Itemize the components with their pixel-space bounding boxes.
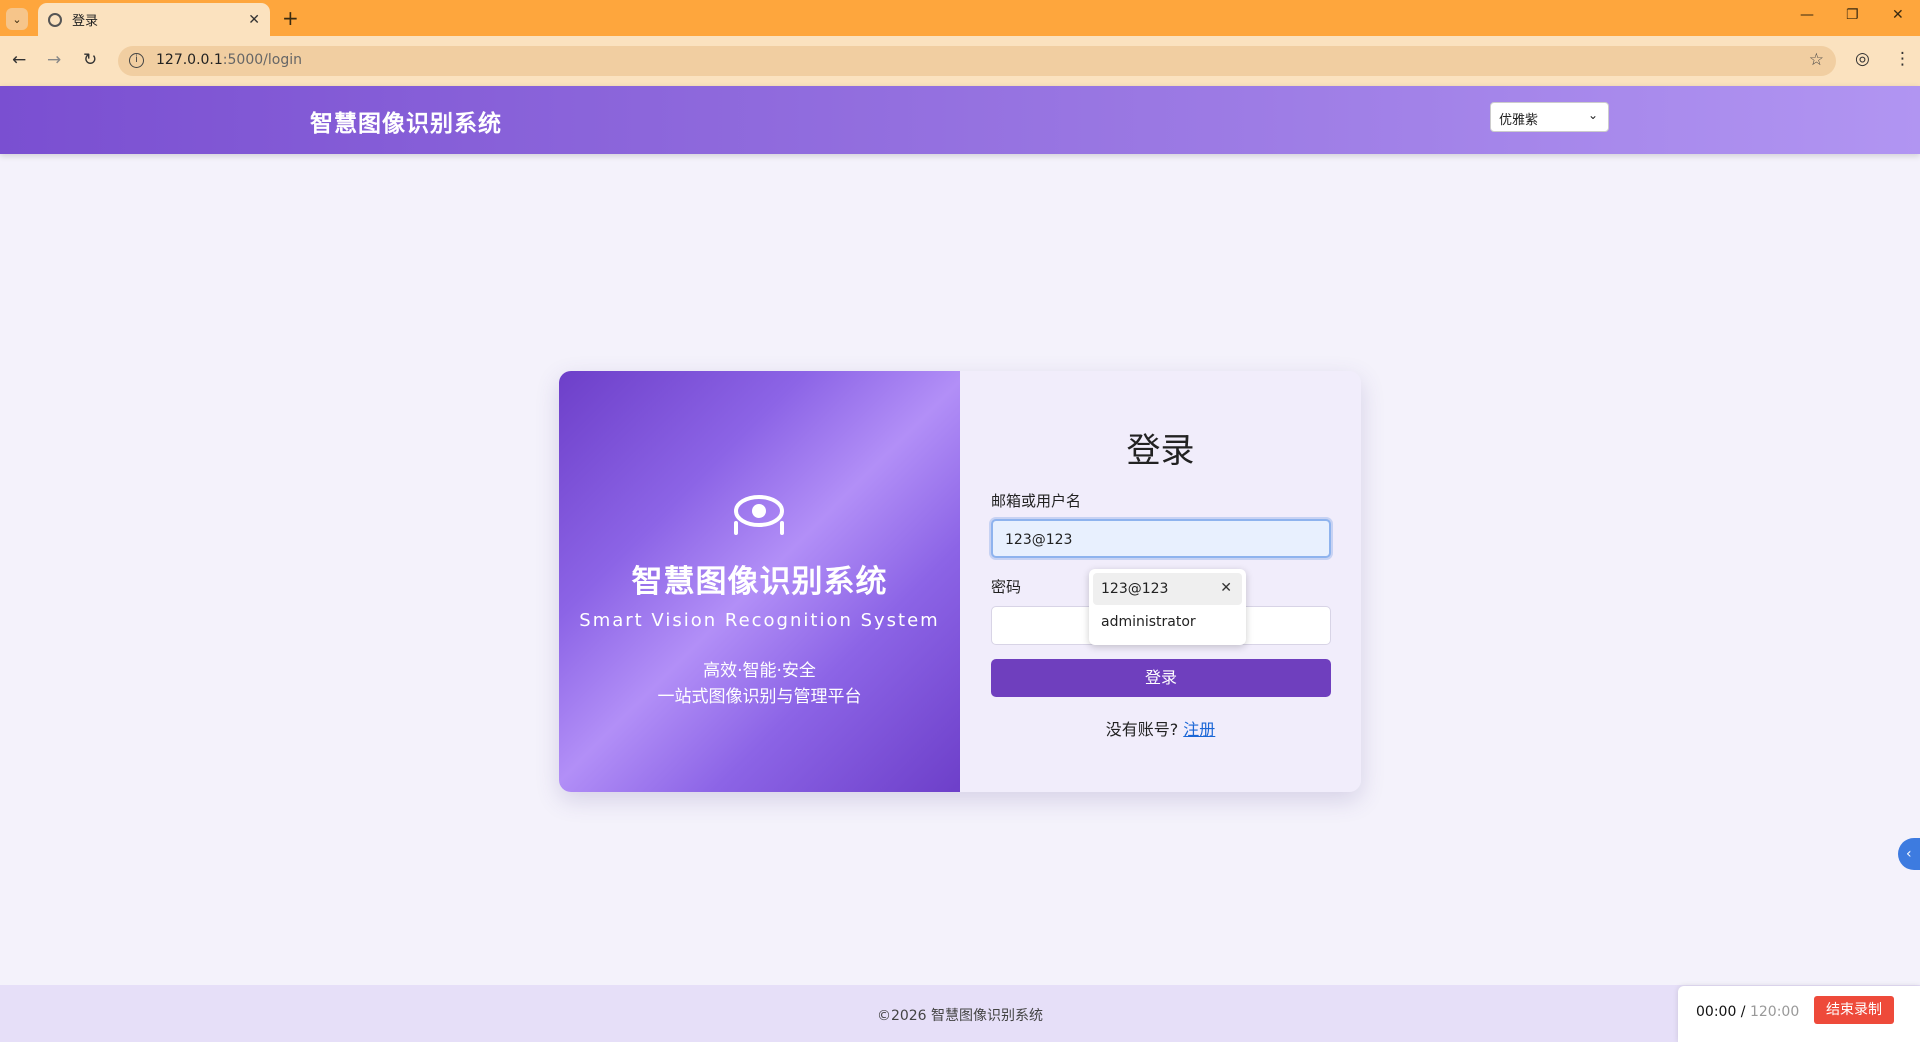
- address-bar[interactable]: i 127.0.0.1:5000/login ☆: [118, 46, 1836, 76]
- autocomplete-item[interactable]: 123@123 ✕: [1093, 573, 1242, 605]
- site-footer: ©2026 智慧图像识别系统: [0, 985, 1920, 1042]
- forward-icon[interactable]: →: [47, 50, 61, 70]
- browser-tabstrip: ⌄ 登录 ✕ + — ❐ ✕: [0, 0, 1920, 36]
- brand-title-cn: 智慧图像识别系统: [631, 564, 888, 600]
- theme-select-value: 优雅紫: [1499, 113, 1539, 128]
- recording-widget: 00:00 / 120:00 结束录制: [1678, 986, 1920, 1042]
- brand-slogan-1: 高效·智能·安全: [703, 661, 816, 681]
- tab-search-button[interactable]: ⌄: [6, 8, 28, 30]
- restore-icon[interactable]: ❐: [1846, 7, 1859, 23]
- side-panel-toggle[interactable]: ‹: [1898, 838, 1920, 870]
- chevron-down-icon: ⌄: [1587, 108, 1598, 122]
- login-title: 登录: [1126, 431, 1195, 471]
- tab-title: 登录: [72, 14, 99, 29]
- back-icon[interactable]: ←: [12, 50, 26, 70]
- new-tab-button[interactable]: +: [282, 6, 299, 30]
- stop-recording-button[interactable]: 结束录制: [1814, 996, 1894, 1024]
- site-header: 智慧图像识别系统 优雅紫 ⌄: [0, 86, 1920, 154]
- password-label: 密码: [991, 578, 1022, 596]
- reload-icon[interactable]: ↻: [83, 50, 97, 70]
- site-title[interactable]: 智慧图像识别系统: [310, 104, 502, 138]
- footer-copyright: ©2026 智慧图像识别系统: [876, 1008, 1044, 1024]
- no-account-row: 没有账号? 注册: [960, 716, 1361, 740]
- autocomplete-dropdown: 123@123 ✕ administrator: [1089, 569, 1246, 645]
- brand-slogan-2: 一站式图像识别与管理平台: [657, 687, 862, 707]
- eye-icon: [734, 495, 784, 535]
- bookmark-star-icon[interactable]: ☆: [1809, 50, 1824, 70]
- remove-suggestion-icon[interactable]: ✕: [1220, 580, 1232, 596]
- login-button[interactable]: 登录: [991, 659, 1331, 697]
- no-account-text: 没有账号?: [1105, 720, 1179, 739]
- recording-timer: 00:00 / 120:00: [1696, 1004, 1800, 1020]
- minimize-icon[interactable]: —: [1800, 7, 1814, 23]
- brand-panel: 智慧图像识别系统 Smart Vision Recognition System…: [559, 371, 960, 792]
- autocomplete-item-label: 123@123: [1101, 581, 1169, 597]
- browser-tab[interactable]: 登录 ✕: [38, 3, 270, 36]
- brand-title-en: Smart Vision Recognition System: [579, 610, 940, 631]
- autocomplete-item[interactable]: administrator: [1101, 614, 1196, 630]
- url-text[interactable]: 127.0.0.1:5000/login: [156, 52, 302, 68]
- tab-close-icon[interactable]: ✕: [248, 12, 260, 28]
- menu-icon[interactable]: ⋮: [1894, 49, 1911, 69]
- browser-toolbar: ← → ↻ i 127.0.0.1:5000/login ☆ ◎ ⋮: [0, 36, 1920, 86]
- username-label: 邮箱或用户名: [991, 492, 1082, 510]
- globe-icon: [48, 12, 62, 27]
- profile-icon[interactable]: ◎: [1855, 49, 1870, 69]
- site-info-icon[interactable]: i: [129, 53, 144, 68]
- theme-select[interactable]: 优雅紫 ⌄: [1490, 102, 1609, 132]
- register-link[interactable]: 注册: [1183, 720, 1215, 739]
- username-input[interactable]: 123@123: [991, 519, 1331, 558]
- window-close-icon[interactable]: ✕: [1892, 7, 1904, 23]
